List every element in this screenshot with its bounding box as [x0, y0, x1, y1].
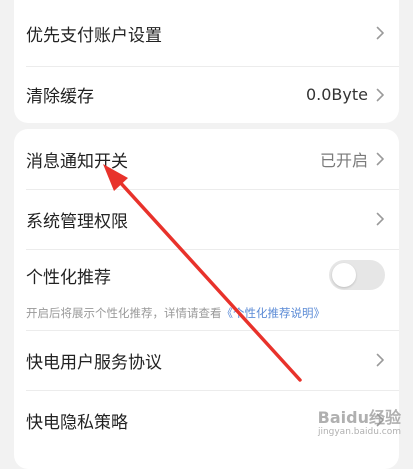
priority-payment-row[interactable]: 优先支付账户设置: [14, 0, 399, 66]
service-agreement-row[interactable]: 快电用户服务协议: [14, 330, 399, 390]
notification-status-value: 已开启: [319, 151, 368, 170]
personalized-recommend-row: 个性化推荐: [14, 249, 399, 301]
chevron-right-icon: [376, 353, 385, 367]
watermark-subtitle: jingyan.baidu.com: [317, 427, 401, 437]
settings-card-top: 优先支付账户设置 清除缓存 0.0Byte: [14, 0, 399, 123]
personalized-recommend-label: 个性化推荐: [26, 267, 111, 288]
personalized-recommend-toggle[interactable]: [329, 260, 385, 290]
cache-size-value: 0.0Byte: [305, 85, 368, 104]
baidu-jingyan-watermark: Baidu经验 jingyan.baidu.com: [317, 410, 401, 439]
toggle-knob: [332, 263, 356, 287]
system-permissions-label: 系统管理权限: [26, 211, 128, 232]
service-agreement-label: 快电用户服务协议: [26, 352, 162, 373]
notification-switch-row[interactable]: 消息通知开关 已开启: [14, 129, 399, 189]
chevron-right-icon: [376, 88, 385, 102]
chevron-right-icon: [376, 152, 385, 166]
notification-switch-label: 消息通知开关: [26, 151, 128, 172]
chevron-right-icon: [376, 212, 385, 226]
hint-text: 开启后将展示个性化推荐，详情请查看: [26, 306, 222, 320]
priority-payment-label: 优先支付账户设置: [26, 25, 162, 46]
personalized-recommend-explanation-link[interactable]: 《个性化推荐说明》: [222, 306, 326, 320]
system-permissions-row[interactable]: 系统管理权限: [14, 189, 399, 249]
personalized-recommend-hint: 开启后将展示个性化推荐，详情请查看《个性化推荐说明》: [26, 305, 387, 321]
clear-cache-row[interactable]: 清除缓存 0.0Byte: [14, 66, 399, 123]
clear-cache-label: 清除缓存: [26, 87, 94, 107]
chevron-right-icon: [376, 26, 385, 40]
